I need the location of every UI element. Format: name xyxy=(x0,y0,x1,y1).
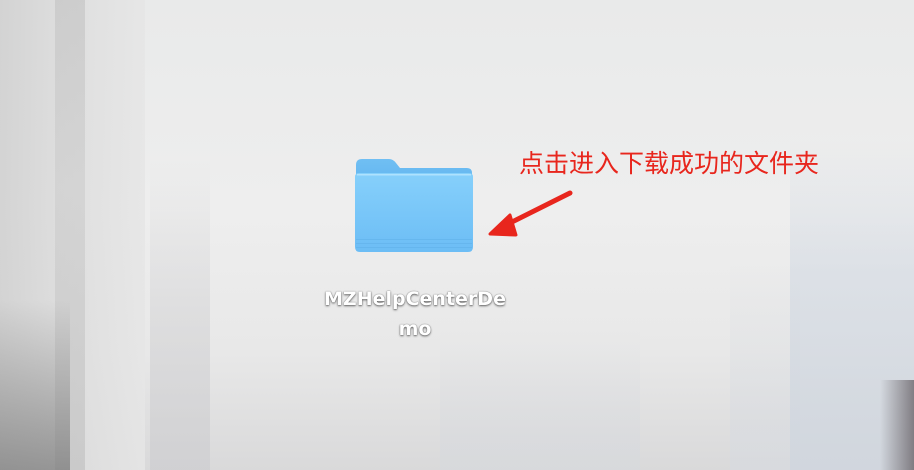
wallpaper-shadow xyxy=(0,300,70,470)
arrow-icon xyxy=(488,190,573,237)
wallpaper-edge xyxy=(880,380,914,470)
folder-name-line-1: MZHelpCenterDe xyxy=(324,288,506,310)
desktop-folder-item[interactable]: MZHelpCenterDe mo xyxy=(300,150,530,350)
folder-name-line-2: mo xyxy=(398,318,432,340)
desktop[interactable]: MZHelpCenterDe mo 点击进入下载成功的文件夹 xyxy=(0,0,914,470)
wallpaper-building xyxy=(440,330,640,470)
folder-icon[interactable] xyxy=(353,155,475,257)
annotation-text: 点击进入下载成功的文件夹 xyxy=(519,149,820,178)
wallpaper-building xyxy=(150,160,210,470)
folder-name-label[interactable]: MZHelpCenterDe mo xyxy=(300,284,530,344)
